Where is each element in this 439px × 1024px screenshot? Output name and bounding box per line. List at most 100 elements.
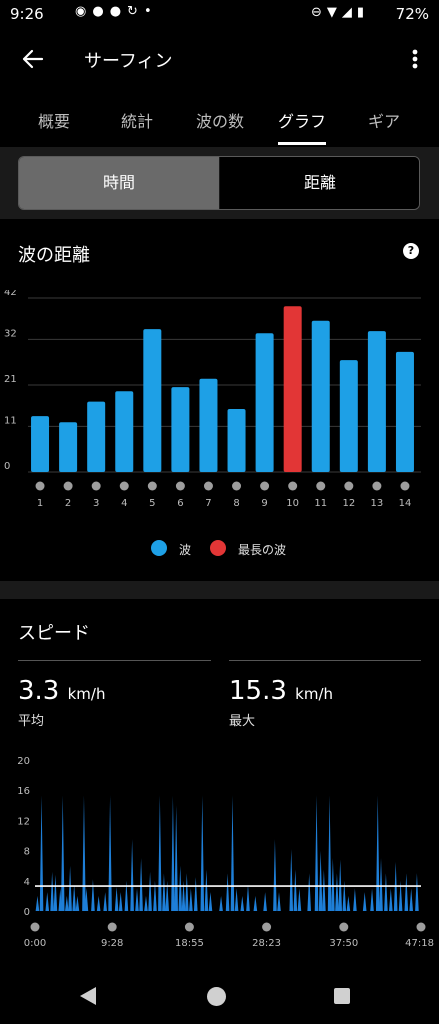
speed-spike (375, 795, 380, 911)
speed-spike (162, 873, 166, 911)
speed-spike (404, 873, 409, 911)
speed-spike (346, 895, 351, 911)
speed-spike (370, 888, 374, 911)
x-tick-dot (288, 481, 298, 491)
tab-wave-count[interactable]: 波の数 (196, 108, 244, 132)
speed-spike (178, 865, 183, 911)
speed-chart: 0 4 8 12 16 20 0:00 9:28 18:55 28:23 37:50 47:18 (17, 756, 434, 949)
speed-spike (130, 839, 134, 911)
x-tick-dot (316, 481, 326, 491)
wifi-icon: ▼ (326, 5, 342, 20)
question-icon[interactable]: ? (403, 243, 419, 259)
speed-spike (415, 873, 419, 911)
x-tick-label: 1 (37, 498, 43, 509)
x-tick-dot (400, 481, 410, 491)
tab-stats[interactable]: 統計 (121, 108, 153, 132)
speed-spike (144, 895, 148, 911)
speed-spike (184, 873, 189, 911)
back-button[interactable] (18, 44, 48, 74)
dnd-icon: ⊖ (310, 5, 327, 20)
speed-spike (200, 795, 205, 911)
speed-spike (322, 869, 326, 911)
speed-spike (362, 892, 367, 911)
speed-spike (307, 873, 311, 911)
speed-spike (335, 873, 339, 911)
x-tick-label: 47:18 (405, 938, 434, 949)
x-tick-label: 9:28 (101, 938, 123, 949)
x-tick-dot (184, 922, 194, 932)
speed-spike (72, 884, 76, 911)
speed-spike (148, 871, 152, 911)
bar (283, 306, 302, 472)
speed-spike (331, 858, 335, 911)
bar (367, 331, 386, 472)
speed-spike (379, 858, 383, 911)
x-tick-label: 4 (121, 498, 127, 509)
x-tick-label: 9 (261, 498, 267, 509)
x-tick-dot (63, 481, 73, 491)
bar (255, 333, 274, 472)
x-tick-dot (344, 481, 354, 491)
speed-spike (277, 892, 281, 911)
nav-back-icon[interactable] (80, 987, 96, 1005)
x-tick-label: 2 (65, 498, 71, 509)
speed-spike (389, 888, 393, 911)
speed-spike (171, 795, 175, 911)
speed-spike (75, 895, 80, 911)
max-speed-label: 最大 (229, 714, 256, 729)
toggle-distance[interactable]: 距離 (220, 157, 419, 209)
tab-gear[interactable]: ギア (368, 108, 400, 132)
x-tick-dot (35, 481, 45, 491)
x-tick-label: 8 (233, 498, 239, 509)
speed-spike (60, 795, 65, 911)
x-tick-label: 12 (342, 498, 355, 509)
line-icon: ● (109, 4, 128, 19)
speed-spike (68, 865, 72, 911)
page-title: サーフィン (84, 51, 173, 72)
nav-home-icon[interactable] (207, 987, 226, 1006)
speed-spike (246, 884, 250, 911)
bar (227, 409, 246, 472)
tab-overview[interactable]: 概要 (38, 108, 70, 132)
bar (115, 391, 134, 472)
speed-spike (234, 888, 239, 911)
toggle-time[interactable]: 時間 (19, 157, 219, 209)
y-tick-label: 16 (17, 786, 30, 797)
speed-spike (293, 869, 298, 911)
wave-distance-chart: 0112132421 2 3 4 5 6 7 8 9 10 11 12 13 14 (4, 290, 421, 509)
max-speed: 15.3 km/h (229, 676, 333, 706)
speed-title: スピード (18, 623, 90, 644)
y-tick-label: 0 (24, 907, 30, 918)
speed-spike (50, 871, 54, 911)
y-tick-label: 20 (17, 756, 30, 767)
x-tick-dot (107, 922, 117, 932)
nav-recents-icon[interactable] (334, 988, 350, 1004)
speed-spike (204, 869, 209, 911)
bar (199, 378, 218, 472)
more-button[interactable] (405, 44, 425, 74)
bar (59, 422, 78, 472)
legend-wave-swatch (151, 540, 167, 556)
y-tick-label: 12 (17, 816, 30, 827)
tab-graph[interactable]: グラフ (278, 108, 326, 132)
avg-speed-value: 3.3 (18, 676, 60, 706)
max-speed-unit: km/h (295, 685, 334, 703)
y-tick-label: 21 (4, 374, 17, 385)
speed-spike (318, 850, 323, 911)
chat-icon: ● (92, 4, 110, 19)
arrow-left-icon (22, 49, 44, 69)
bar (143, 329, 162, 472)
x-tick-dot (203, 481, 213, 491)
battery-icon: ▮ (356, 5, 369, 20)
max-divider (229, 660, 421, 661)
speed-spike (108, 795, 112, 911)
system-icons: ⊖▼◢▮ (311, 5, 369, 20)
speed-spike (35, 895, 40, 911)
speed-spike (314, 795, 319, 911)
speed-spike (289, 849, 294, 911)
speed-spike (96, 895, 101, 911)
status-bar: 9:26 ◉●●↻• ⊖▼◢▮ 72% (0, 0, 439, 30)
speed-spike (297, 888, 302, 911)
legend-wave-label: 波 (179, 543, 192, 557)
x-tick-dot (232, 481, 242, 491)
